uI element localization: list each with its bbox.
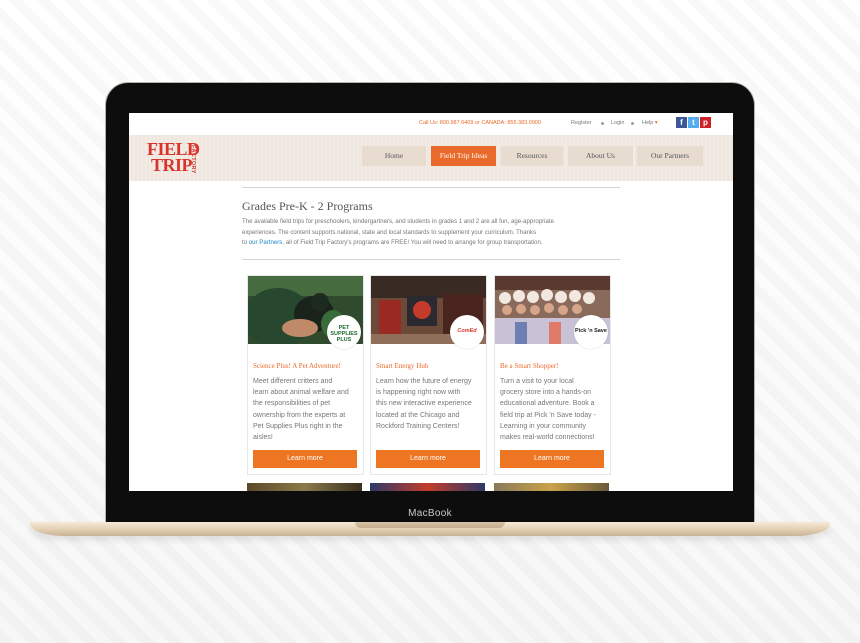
separator-dot [601,122,604,125]
partner-logo-text: Pick 'n Save [575,328,607,334]
description-line: Rockford Training Centers! [376,422,460,430]
description-line: Learn how the future of energy [376,378,472,385]
help-link[interactable]: Help ▾ [642,120,658,126]
description-line: grocery store into a hands-on [500,389,592,397]
laptop-brand-strip: MacBook [106,504,754,526]
register-link[interactable]: Register [571,120,591,126]
twitter-icon[interactable]: t [688,117,699,128]
program-card[interactable]: PET SUPPLIES PLUS Science Plus! A Pet Ad… [247,275,364,475]
program-title[interactable]: Smart Energy Hub [376,362,428,370]
pinterest-icon[interactable]: p [700,117,711,128]
partner-logo-text: PET SUPPLIES PLUS [330,325,358,343]
program-card-photo-partial [370,483,485,491]
program-card[interactable]: Pick 'n Save Be a Smart Shopper! Turn a … [494,275,611,475]
learn-more-button[interactable]: Learn more [253,450,357,468]
description-line: Learning in your community [500,422,586,430]
description-line: learn about animal welfare and [253,389,349,397]
intro-line: The available field trips for preschoole… [242,218,554,225]
program-title[interactable]: Science Plus! A Pet Adventure! [253,362,341,370]
site-header: FIELD TRIP FACTORY Home Field Trip Ideas… [129,135,733,181]
site-logo[interactable]: FIELD TRIP FACTORY [147,140,200,174]
divider [242,259,620,260]
partner-logo-text: ComEd [457,328,477,334]
page-title: Grades Pre-K - 2 Programs [242,199,373,213]
description-line: Pet Supplies Plus right in the [253,422,343,430]
program-description: Turn a visit to your local grocery store… [500,376,608,443]
logo-word-factory: FACTORY [190,145,196,174]
description-line: the responsibilities of pet [253,400,331,408]
description-line: Meet different critters and [253,378,333,385]
login-link[interactable]: Login [611,120,624,126]
description-line: Turn a visit to your local [500,378,574,385]
intro-text: The available field trips for preschoole… [242,217,622,249]
description-line: field trip at Pick 'n Save today - [500,411,596,419]
partner-logo: PET SUPPLIES PLUS [327,315,361,349]
description-line: located at the Chicago and [376,411,460,419]
utility-bar: Call Us: 800.987.6409 or CANADA: 855.383… [129,113,733,135]
browser-screen: Call Us: 800.987.6409 or CANADA: 855.383… [129,113,733,491]
description-line: is happening right now with [376,389,461,397]
facebook-icon[interactable]: f [676,117,687,128]
description-line: aisles! [253,434,273,442]
intro-text-fragment: to [242,239,249,246]
our-partners-link[interactable]: our Partners [249,239,283,246]
description-line: educational adventure. Book a [500,400,595,408]
description-line: makes real-world connections! [500,434,595,442]
help-label: Help [642,120,654,126]
description-line: this new interactive experience [376,400,472,408]
nav-about-us[interactable]: About Us [568,146,633,166]
divider [242,187,620,188]
program-card[interactable]: ComEd Smart Energy Hub Learn how the fut… [370,275,487,475]
chevron-down-icon: ▾ [654,120,658,126]
phone-numbers: Call Us: 800.987.6409 or CANADA: 855.383… [419,120,541,126]
separator-dot [631,122,634,125]
macbook-label: MacBook [408,508,452,519]
intro-line: experiences. The content supports nation… [242,228,537,236]
nav-field-trip-ideas[interactable]: Field Trip Ideas [431,146,496,166]
program-description: Meet different critters and learn about … [253,376,361,443]
learn-more-button[interactable]: Learn more [376,450,480,468]
partner-logo: Pick 'n Save [574,315,608,349]
program-title[interactable]: Be a Smart Shopper! [500,362,559,370]
nav-our-partners[interactable]: Our Partners [637,146,703,166]
intro-text-fragment: , all of Field Trip Factory's programs a… [282,239,543,246]
learn-more-button[interactable]: Learn more [500,450,604,468]
intro-line: to our Partners, all of Field Trip Facto… [242,238,622,249]
partner-logo: ComEd [450,315,484,349]
program-card-photo-partial [247,483,362,491]
program-card-photo-partial [494,483,609,491]
nav-resources[interactable]: Resources [501,146,563,166]
nav-home[interactable]: Home [362,146,426,166]
program-description: Learn how the future of energy is happen… [376,376,484,432]
description-line: ownership from the experts at [253,411,346,419]
